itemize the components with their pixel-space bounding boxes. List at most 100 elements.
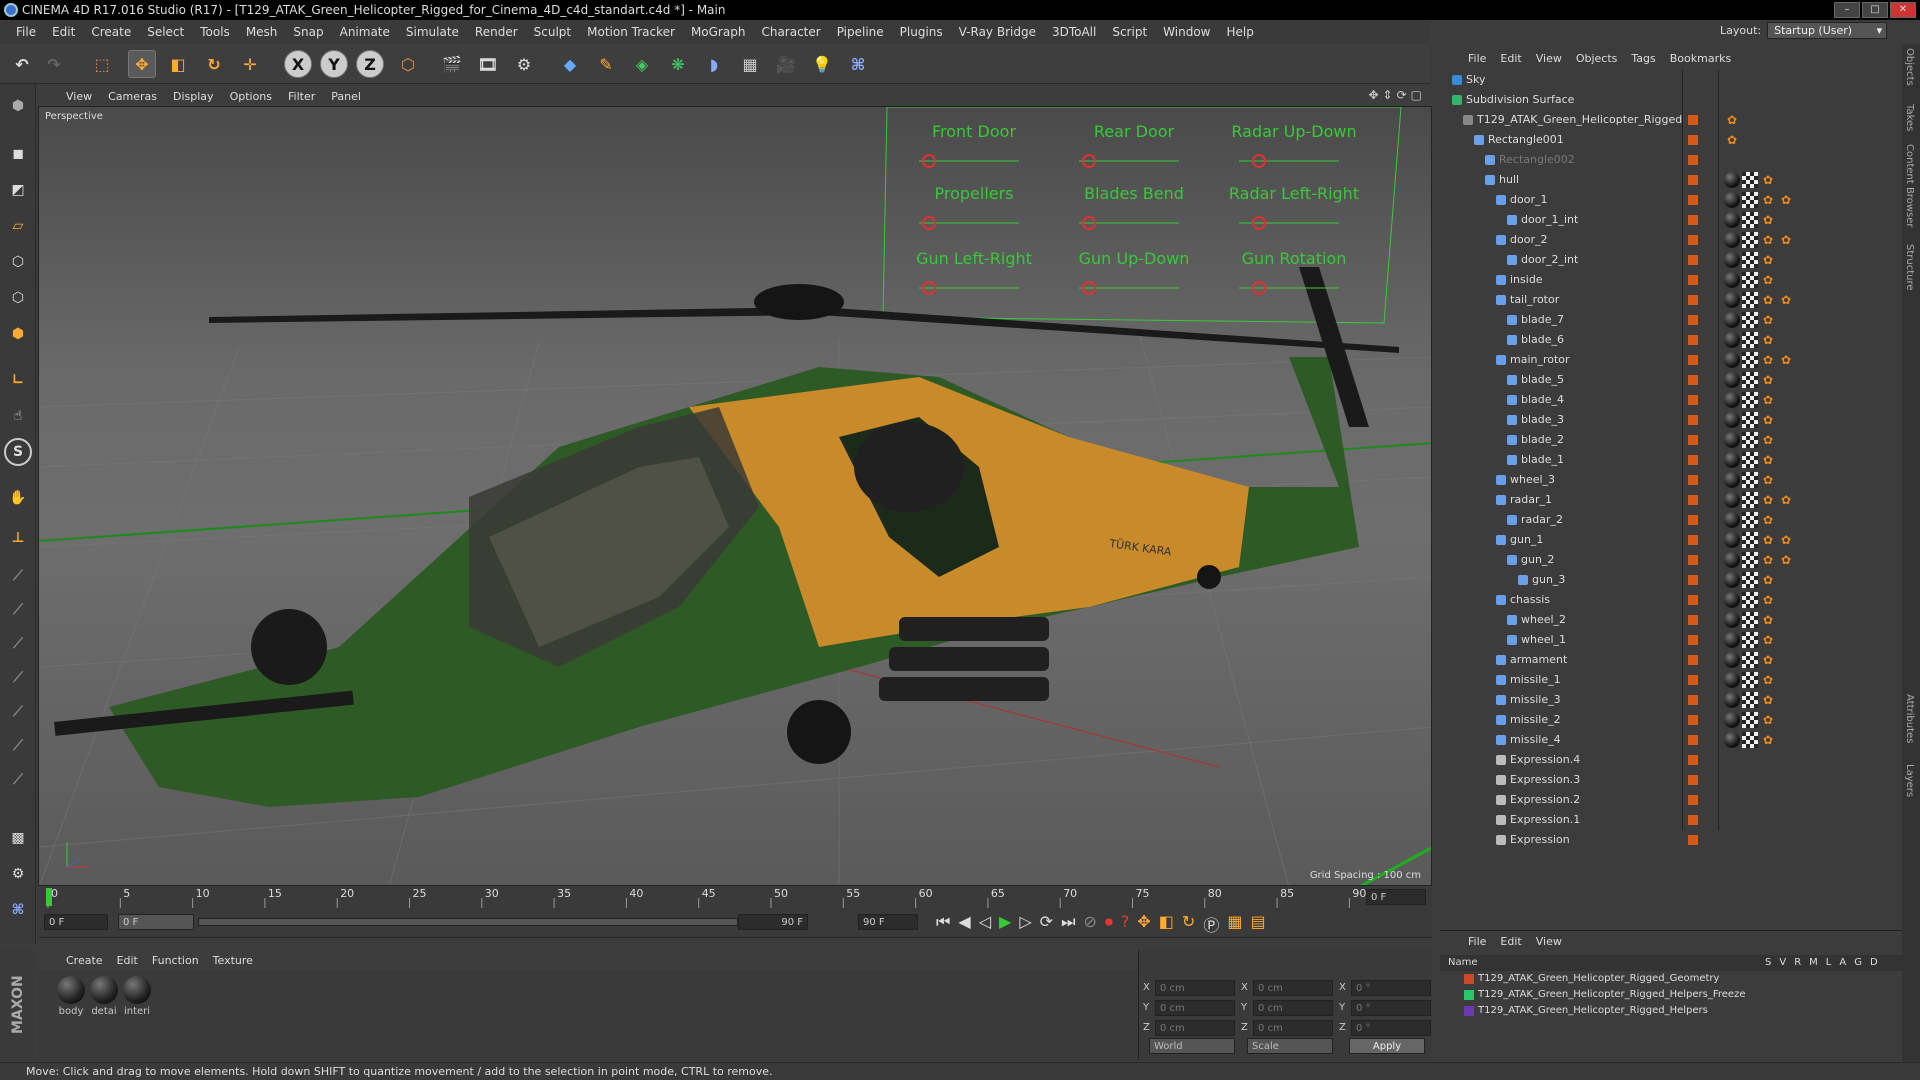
constraint-tag-icon[interactable]: ✿ (1724, 112, 1740, 128)
material-tag-icon[interactable] (1724, 612, 1740, 628)
deformer-icon[interactable]: ◗ (700, 50, 728, 78)
key-pla-icon[interactable]: ▦ (1227, 912, 1242, 936)
constraint-tag-icon[interactable]: ✿ (1760, 212, 1776, 228)
object-menu-bookmarks[interactable]: Bookmarks (1670, 52, 1731, 65)
polygons-mode-icon[interactable]: ⬢ (4, 320, 32, 348)
layer-color-icon[interactable] (1688, 635, 1698, 645)
side-tab-layers[interactable]: Layers (1904, 764, 1915, 797)
constraint-tag-icon[interactable]: ✿ (1724, 132, 1740, 148)
timeline-ruler[interactable]: 0 5 10 15 20 25 30 35 40 45 50 55 60 65 70 75 80 85 90 0 F (38, 886, 1432, 908)
layer-color-icon[interactable] (1688, 275, 1698, 285)
material-tag-icon[interactable] (1724, 392, 1740, 408)
transform-tool-icon[interactable]: ✛ (236, 50, 264, 78)
redo-icon[interactable]: ↷ (40, 50, 68, 78)
menu-plugins[interactable]: Plugins (892, 20, 951, 44)
render-picture-viewer-icon[interactable]: 🎞 (474, 50, 502, 78)
floor-environment-icon[interactable]: ▦ (736, 50, 764, 78)
material-tag-icon[interactable] (1724, 332, 1740, 348)
undo-icon[interactable]: ↶ (8, 50, 36, 78)
layer-column-g[interactable]: G (1854, 955, 1862, 971)
texture-tag-icon[interactable] (1742, 332, 1758, 348)
layer-color-icon[interactable] (1688, 795, 1698, 805)
edges-mode-icon[interactable]: ⬡ (4, 284, 32, 312)
layer-color-icon[interactable] (1688, 595, 1698, 605)
layer-row[interactable]: T129_ATAK_Green_Helicopter_Rigged_Helper… (1440, 987, 1902, 1003)
menu-render[interactable]: Render (467, 20, 526, 44)
object-row[interactable]: blade_5 ✿ (1440, 370, 1902, 390)
texture-tag-icon[interactable] (1742, 452, 1758, 468)
layer-color-icon[interactable] (1688, 115, 1698, 125)
layout-dropdown[interactable]: Startup (User) (1767, 22, 1888, 39)
viewport-navigation-icons[interactable]: ✥⇕⟳▢ (1368, 88, 1426, 102)
material-tag-icon[interactable] (1724, 532, 1740, 548)
object-row[interactable]: radar_2 ✿ (1440, 510, 1902, 530)
material-tag-icon[interactable] (1724, 172, 1740, 188)
material-tag-icon[interactable] (1724, 632, 1740, 648)
menu-animate[interactable]: Animate (332, 20, 398, 44)
paint-tool-icon[interactable]: ⟋ (4, 664, 32, 692)
texture-tag-icon[interactable] (1742, 212, 1758, 228)
layer-color-icon[interactable] (1688, 255, 1698, 265)
layer-color-icon[interactable] (1688, 535, 1698, 545)
coordinate-scale-dropdown[interactable]: Scale (1247, 1038, 1333, 1054)
layer-color-icon[interactable] (1688, 495, 1698, 505)
start-frame-field[interactable]: 0 F (44, 914, 108, 930)
maximize-button[interactable]: □ (1862, 2, 1888, 18)
material-tag-icon[interactable] (1724, 452, 1740, 468)
material-tag-icon[interactable] (1724, 212, 1740, 228)
layer-menu-edit[interactable]: Edit (1500, 935, 1521, 948)
layer-color-icon[interactable] (1688, 715, 1698, 725)
constraint-tag-icon[interactable]: ✿ (1760, 192, 1776, 208)
layer-column-l[interactable]: L (1826, 955, 1832, 971)
menu-3dtoall[interactable]: 3DToAll (1044, 20, 1104, 44)
layer-color-swatch[interactable] (1464, 990, 1474, 1000)
texture-tag-icon[interactable] (1742, 312, 1758, 328)
layer-color-icon[interactable] (1688, 295, 1698, 305)
rotate-tool-icon[interactable]: ↻ (200, 50, 228, 78)
object-row[interactable]: Expression.1 (1440, 810, 1902, 830)
menu-motion-tracker[interactable]: Motion Tracker (579, 20, 683, 44)
layer-color-icon[interactable] (1688, 555, 1698, 565)
object-row[interactable]: blade_4 ✿ (1440, 390, 1902, 410)
object-row[interactable]: radar_1 ✿ ✿ (1440, 490, 1902, 510)
texture-tag-icon[interactable] (1742, 712, 1758, 728)
material-tag-icon[interactable] (1724, 352, 1740, 368)
material-tag-icon[interactable] (1724, 312, 1740, 328)
constraint-tag-icon[interactable]: ✿ (1760, 472, 1776, 488)
layer-color-icon[interactable] (1688, 135, 1698, 145)
material-tag-icon[interactable] (1724, 552, 1740, 568)
timeline-window-icon[interactable]: ▤ (1250, 912, 1265, 936)
object-row[interactable]: blade_7 ✿ (1440, 310, 1902, 330)
minimize-button[interactable]: – (1834, 2, 1860, 18)
constraint-tag-icon[interactable]: ✿ (1760, 292, 1776, 308)
layer-color-icon[interactable] (1688, 335, 1698, 345)
layer-color-icon[interactable] (1688, 615, 1698, 625)
object-row[interactable]: Expression (1440, 830, 1902, 850)
object-row[interactable]: chassis ✿ (1440, 590, 1902, 610)
viewport-menu-options[interactable]: Options (230, 90, 272, 103)
constraint-tag-icon[interactable]: ✿ (1760, 712, 1776, 728)
layer-color-icon[interactable] (1688, 235, 1698, 245)
object-row[interactable]: Sky (1440, 70, 1902, 90)
menu-script[interactable]: Script (1104, 20, 1155, 44)
coord-value-field[interactable]: 0 cm (1155, 980, 1235, 996)
material-tag-icon[interactable] (1724, 192, 1740, 208)
menu-character[interactable]: Character (753, 20, 828, 44)
subdivision-icon[interactable]: ◈ (628, 50, 656, 78)
object-row[interactable]: Expression.2 (1440, 790, 1902, 810)
material-menu-edit[interactable]: Edit (117, 954, 138, 967)
object-row[interactable]: gun_1 ✿ ✿ (1440, 530, 1902, 550)
play-icon[interactable]: ▶ (999, 912, 1011, 936)
layer-column-r[interactable]: R (1794, 955, 1801, 971)
object-menu-tags[interactable]: Tags (1631, 52, 1655, 65)
constraint-tag-icon[interactable]: ✿ (1760, 252, 1776, 268)
material-menu-texture[interactable]: Texture (213, 954, 253, 967)
object-row[interactable]: Expression.4 (1440, 750, 1902, 770)
key-position-icon[interactable]: ✥ (1137, 912, 1150, 936)
material-tag-icon[interactable] (1724, 472, 1740, 488)
material-tag-icon[interactable] (1724, 692, 1740, 708)
texture-tag-icon[interactable] (1742, 292, 1758, 308)
object-row[interactable]: T129_ATAK_Green_Helicopter_Rigged ✿ (1440, 110, 1902, 130)
viewport-menu-display[interactable]: Display (173, 90, 214, 103)
layer-color-icon[interactable] (1688, 515, 1698, 525)
